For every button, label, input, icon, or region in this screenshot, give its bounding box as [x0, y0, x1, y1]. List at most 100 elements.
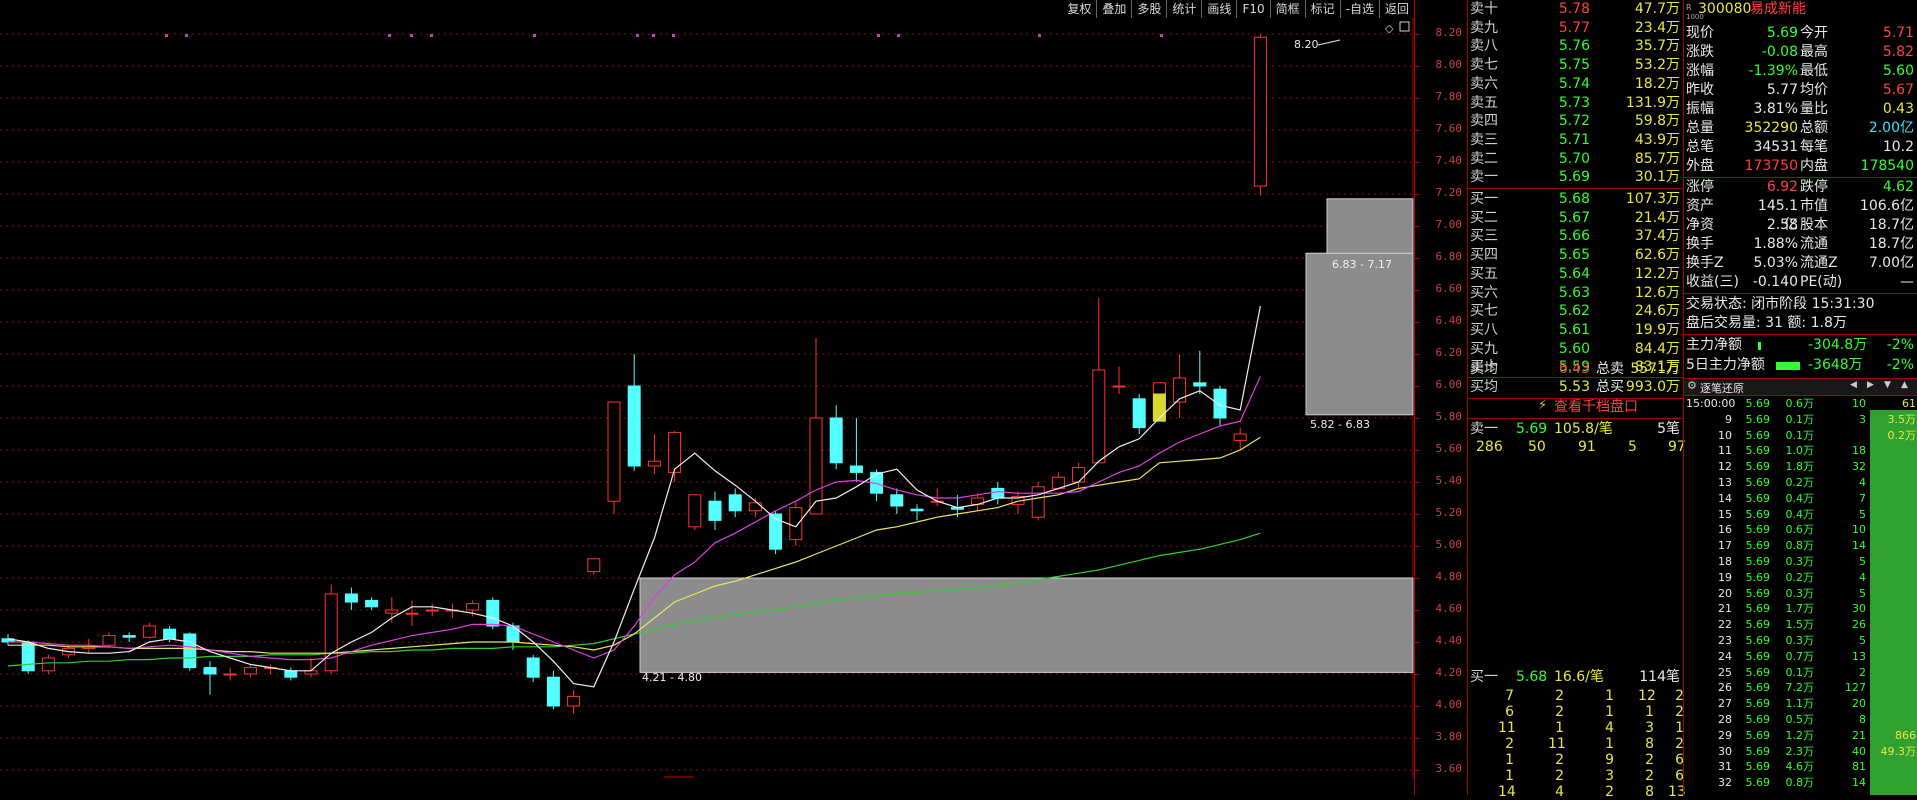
info-label: 量比: [1800, 101, 1828, 117]
tick-extra: 61: [1902, 397, 1916, 410]
ob-row[interactable]: 卖八 5.76 35.7万: [1468, 37, 1684, 56]
fund-flow-row[interactable]: 5日主力净额 -3648万 -2%: [1684, 356, 1917, 375]
info-row: 振幅 3.81% 量比 0.43: [1684, 100, 1917, 119]
avg-sell-row: 卖均 6.43 总卖 5571万: [1468, 360, 1684, 379]
order-book: 卖十 5.78 47.7万 卖九 5.77 23.4万 卖八 5.76 35.7万 卖七 5.75 5…: [1467, 0, 1684, 398]
info2-row: 换手 1.88% 流通 18.7亿: [1684, 235, 1917, 254]
kline-svg[interactable]: 8.206.83 - 7.175.82 - 6.834.21 - 4.80涨榜财…: [0, 18, 1414, 778]
candle-body: [1031, 486, 1045, 518]
stock-header: R 1000 300080 易成新能: [1686, 0, 1806, 21]
kline-chart[interactable]: 8.206.83 - 7.175.82 - 6.834.21 - 4.80涨榜财…: [0, 18, 1414, 778]
info-value: 6.92: [1766, 179, 1798, 195]
ob-divider: [1468, 188, 1684, 189]
candle-body: [183, 633, 197, 669]
ob-vol: 85.7万: [1634, 150, 1680, 167]
tick-mark: [1415, 34, 1420, 35]
signal-dot: [165, 34, 168, 37]
queue-sell1-row: 卖一 5.69 105.8/笔 5笔: [1468, 420, 1684, 439]
ob-row[interactable]: 卖一 5.69 30.1万: [1468, 168, 1684, 187]
toolbar-btn-9[interactable]: 返回: [1378, 0, 1414, 18]
stock-name[interactable]: 易成新能: [1750, 0, 1806, 19]
support-zone: [1305, 252, 1414, 416]
toolbar-btn-5[interactable]: F10: [1236, 0, 1269, 18]
toolbar-btn-0[interactable]: 复权: [1062, 0, 1096, 18]
up-icon[interactable]: ▲: [1901, 380, 1908, 390]
ob-vol: 59.8万: [1634, 113, 1680, 130]
tick-count: 40: [1852, 744, 1866, 758]
tick-count: 2: [1859, 665, 1866, 679]
toolbar-btn-3[interactable]: 统计: [1166, 0, 1201, 18]
ob-label: 卖十: [1470, 1, 1498, 17]
info-value: 7.00亿: [1868, 255, 1914, 271]
tick-row: 17 5.69 0.8万 14: [1684, 538, 1917, 554]
q-label: 卖一: [1470, 421, 1498, 437]
candle-body: [324, 593, 338, 672]
ob-label: 卖九: [1470, 19, 1498, 36]
ob-row[interactable]: 买三 5.66 37.4万: [1468, 227, 1684, 246]
candle-body: [708, 500, 722, 521]
thousand-depth-link[interactable]: 查看千档盘口: [1554, 398, 1638, 417]
queue-order: 50: [1528, 439, 1546, 455]
ob-row[interactable]: 卖六 5.74 18.2万: [1468, 75, 1684, 94]
gear-icon[interactable]: ⚙: [1687, 379, 1697, 392]
ob-price: 5.61: [1558, 321, 1590, 338]
info-label: 净资: [1686, 217, 1714, 233]
next-icon[interactable]: ▶: [1867, 380, 1874, 390]
ob-row[interactable]: 买九 5.60 84.4万: [1468, 340, 1684, 359]
candle-body: [991, 487, 1005, 499]
ob-row[interactable]: 买七 5.62 24.6万: [1468, 302, 1684, 321]
ob-row[interactable]: 卖四 5.72 59.8万: [1468, 112, 1684, 131]
tick-mark: [1415, 130, 1420, 131]
ob-row[interactable]: 卖九 5.77 23.4万: [1468, 19, 1684, 38]
ob-row[interactable]: 买二 5.67 21.4万: [1468, 209, 1684, 228]
tick-amount: 0.5万: [1785, 713, 1815, 726]
ob-row[interactable]: 买一 5.68 107.3万: [1468, 190, 1684, 209]
ob-price: 5.62: [1558, 303, 1590, 320]
zone-mid-label: 5.82 - 6.83: [1310, 418, 1370, 431]
info-label: 昨收: [1686, 82, 1714, 98]
ob-row[interactable]: 买四 5.65 62.6万: [1468, 246, 1684, 265]
tick-mark: [1415, 642, 1420, 643]
high-label: 8.20: [1294, 38, 1319, 51]
tick-count: 8: [1859, 713, 1866, 726]
queue-order: 1: [1675, 720, 1684, 736]
ob-price: 5.60: [1558, 340, 1590, 357]
toolbar-btn-7[interactable]: 标记: [1304, 0, 1340, 18]
signal-dot: [410, 34, 413, 37]
ob-label: 卖一: [1470, 169, 1498, 186]
toolbar-btn-4[interactable]: 画线: [1201, 0, 1236, 18]
toolbar-btn-6[interactable]: 简框: [1269, 0, 1305, 18]
ob-label: 买二: [1470, 209, 1498, 226]
ob-row[interactable]: 卖七 5.75 53.2万: [1468, 56, 1684, 75]
prev-icon[interactable]: ◀: [1850, 380, 1857, 390]
ob-row[interactable]: 买八 5.61 19.9万: [1468, 321, 1684, 340]
ob-row[interactable]: 卖三 5.71 43.9万: [1468, 131, 1684, 150]
ob-vol: 62.6万: [1634, 247, 1680, 264]
toolbar-btn-2[interactable]: 多股: [1131, 0, 1166, 18]
ob-row[interactable]: 买五 5.64 12.2万: [1468, 265, 1684, 284]
ob-vol: 23.4万: [1634, 19, 1680, 36]
ob-row[interactable]: 卖十 5.78 47.7万: [1468, 0, 1684, 19]
info-value: 5.77: [1766, 82, 1798, 98]
info-row: 涨幅 -1.39% 最低 5.60: [1684, 62, 1917, 81]
flow-label: 主力净额: [1686, 337, 1742, 353]
info-label: 总笔: [1686, 139, 1714, 155]
ob-row[interactable]: 买六 5.63 12.6万: [1468, 284, 1684, 303]
tick-count: 5: [1859, 634, 1866, 647]
down-icon[interactable]: ▼: [1884, 380, 1891, 390]
toolbar-btn-1[interactable]: 叠加: [1096, 0, 1131, 18]
tick-count: 13: [1852, 649, 1866, 663]
queue-order: 2: [1505, 736, 1514, 752]
ob-row[interactable]: 卖二 5.70 85.7万: [1468, 150, 1684, 169]
after-hours-volume: 盘后交易量: 31 额: 1.8万: [1686, 315, 1847, 331]
toolbar-btn-8[interactable]: -自选: [1339, 0, 1379, 18]
ob-price: 5.69: [1558, 169, 1590, 186]
tick-price: 5.69: [1745, 476, 1771, 489]
ob-row[interactable]: 卖五 5.73 131.9万: [1468, 94, 1684, 113]
ob-price: 5.64: [1558, 265, 1590, 282]
fund-flow-row[interactable]: 主力净额 -304.8万 -2%: [1684, 336, 1917, 355]
tick-price: 5.69: [1745, 713, 1771, 726]
tick-row: 25 5.69 0.1万 2: [1684, 665, 1917, 681]
tick-count: 4: [1859, 476, 1866, 489]
tick-amount: 0.4万: [1785, 507, 1815, 521]
